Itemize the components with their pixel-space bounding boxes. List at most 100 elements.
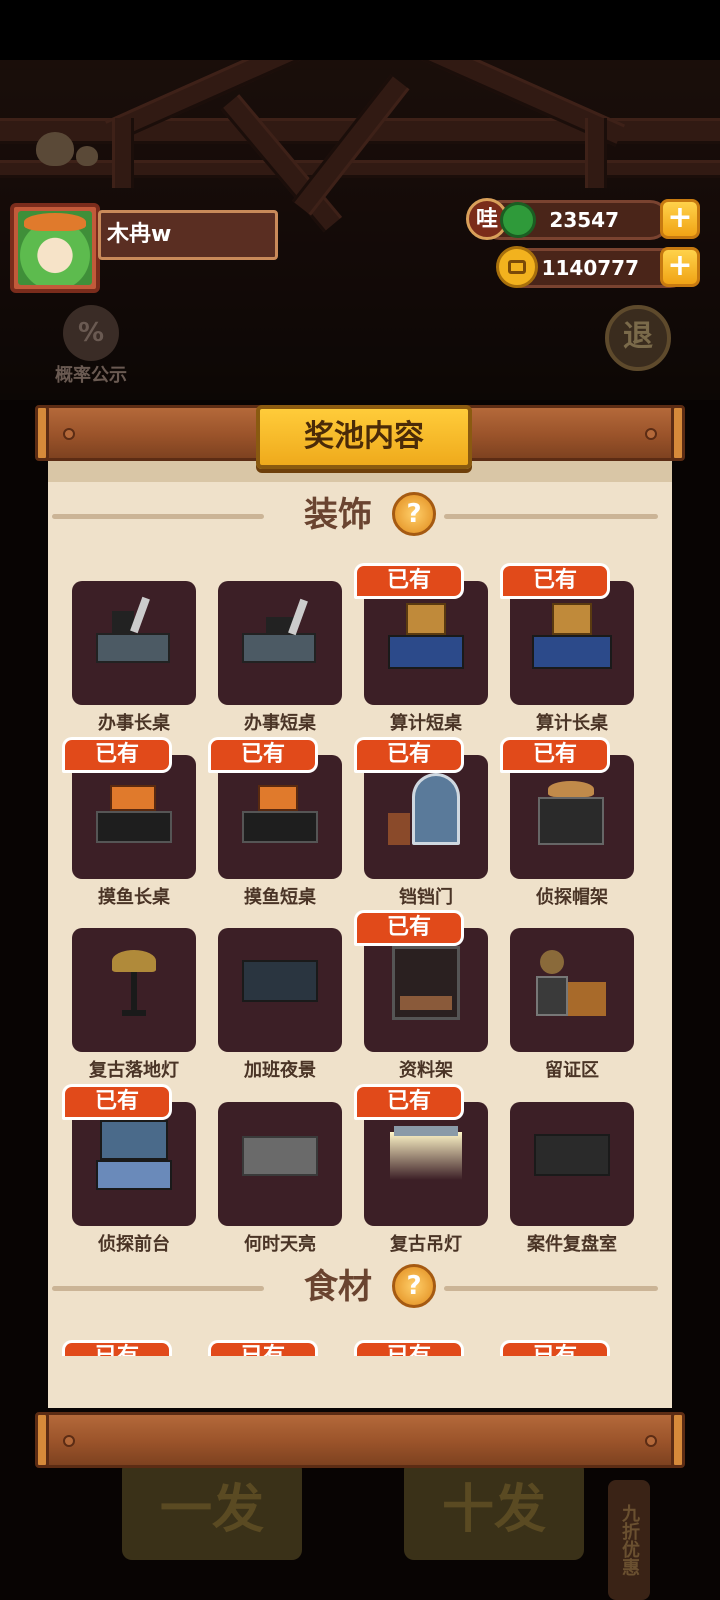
- divider: [444, 514, 658, 519]
- avatar[interactable]: [10, 203, 100, 293]
- item-name: 侦探帽架: [536, 887, 608, 908]
- item-retro-floor-lamp[interactable]: 复古落地灯: [72, 928, 196, 1081]
- help-icon[interactable]: ?: [392, 1264, 436, 1308]
- owned-badge: 已有: [354, 910, 464, 946]
- probability-label: 概率公示: [55, 365, 127, 386]
- section-title: 装饰: [304, 495, 372, 535]
- owned-badge: 已有: [500, 563, 610, 599]
- divider: [52, 514, 264, 519]
- prize-pool-panel: 装饰 ? 办事长桌 办事短桌 已有 算计短桌 已有 算计长桌 已有 摸鱼长桌 已…: [48, 460, 672, 1408]
- back-button[interactable]: 退: [605, 305, 671, 371]
- item-name: 侦探前台: [98, 1234, 170, 1255]
- item-tile: [364, 581, 488, 705]
- item-case-review-room[interactable]: 案件复盘室: [510, 1102, 634, 1255]
- nail-icon: [645, 1435, 657, 1447]
- lamp-pole-icon: [131, 972, 137, 1012]
- nail-icon: [63, 1435, 75, 1447]
- item-when-dawn[interactable]: 何时天亮: [218, 1102, 342, 1255]
- nail-icon: [63, 428, 75, 440]
- gear-icon: %: [63, 305, 119, 361]
- desk-icon: [242, 811, 318, 843]
- item-tile: [510, 1102, 634, 1226]
- jade-coin-icon: [500, 202, 536, 238]
- owned-badge: 已有: [354, 563, 464, 599]
- single-draw-button[interactable]: 一发: [122, 1460, 302, 1560]
- hat-icon: [548, 781, 594, 797]
- rod-cap: [671, 1412, 685, 1468]
- item-tile: [510, 581, 634, 705]
- ten-draw-button[interactable]: 十发: [404, 1460, 584, 1560]
- discount-badge: 九折优惠: [608, 1480, 650, 1600]
- divider: [52, 1286, 264, 1291]
- probability-button[interactable]: % 概率公示: [46, 305, 136, 387]
- books-icon: [110, 785, 156, 811]
- item-tile: [364, 1102, 488, 1226]
- window-icon: [242, 960, 318, 1002]
- owned-badge: 已有: [500, 737, 610, 773]
- item-evidence-area[interactable]: 留证区: [510, 928, 634, 1081]
- item-tile: [218, 1102, 342, 1226]
- item-name: 算计长桌: [536, 713, 608, 734]
- avatar-hat: [24, 213, 86, 231]
- item-office-short-desk[interactable]: 办事短桌: [218, 581, 342, 734]
- item-bell-door[interactable]: 已有 铛铛门: [354, 737, 488, 908]
- item-tile: [218, 755, 342, 879]
- divider: [444, 1286, 658, 1291]
- item-slacker-short-desk[interactable]: 已有 摸鱼短桌: [208, 737, 342, 908]
- rod-cap: [35, 405, 49, 461]
- item-tile: [364, 755, 488, 879]
- item-name: 办事短桌: [244, 713, 316, 734]
- item-file-shelf[interactable]: 已有 资料架: [354, 910, 488, 1081]
- section-header-decoration: 装饰 ?: [48, 490, 672, 540]
- item-office-long-desk[interactable]: 办事长桌: [72, 581, 196, 734]
- add-coins-button[interactable]: +: [660, 247, 700, 287]
- cabinet-icon: [538, 797, 604, 845]
- desk-icon: [96, 811, 172, 843]
- item-detective-hat-rack[interactable]: 已有 侦探帽架: [500, 737, 634, 908]
- crate-icon: [568, 982, 606, 1016]
- item-calc-short-desk[interactable]: 已有 算计短桌: [354, 563, 488, 734]
- help-icon[interactable]: ?: [392, 492, 436, 536]
- item-name: 复古吊灯: [390, 1234, 462, 1255]
- item-name: 加班夜景: [244, 1060, 316, 1081]
- item-overtime-night-view[interactable]: 加班夜景: [218, 928, 342, 1081]
- item-name: 摸鱼短桌: [244, 887, 316, 908]
- chandelier-icon: [394, 1126, 458, 1136]
- rod-cap: [35, 1412, 49, 1468]
- item-name: 铛铛门: [399, 887, 453, 908]
- drawer-icon: [400, 996, 452, 1010]
- item-tile: [72, 928, 196, 1052]
- item-tile: [364, 928, 488, 1052]
- item-name: 算计短桌: [390, 713, 462, 734]
- item-tile: [510, 928, 634, 1052]
- add-gems-button[interactable]: +: [660, 199, 700, 239]
- cash-register-icon: [552, 603, 592, 635]
- desk-icon: [96, 633, 170, 663]
- user-name: 木冉w: [98, 210, 278, 260]
- owned-badge: 已有: [354, 1340, 464, 1356]
- door-icon: [412, 773, 460, 845]
- item-name: 资料架: [399, 1060, 453, 1081]
- item-name: 摸鱼长桌: [98, 887, 170, 908]
- item-tile: [72, 755, 196, 879]
- item-name: 复古落地灯: [89, 1060, 179, 1081]
- owned-badge: 已有: [62, 737, 172, 773]
- item-slacker-long-desk[interactable]: 已有 摸鱼长桌: [62, 737, 196, 908]
- item-retro-chandelier[interactable]: 已有 复古吊灯: [354, 1084, 488, 1255]
- avatar-image: [18, 211, 92, 285]
- item-tile: [218, 928, 342, 1052]
- item-detective-front-desk[interactable]: 已有 侦探前台: [62, 1084, 196, 1255]
- owned-badge: 已有: [62, 1084, 172, 1120]
- shelf-icon: [100, 1120, 168, 1160]
- cabinet-icon: [536, 976, 568, 1016]
- gramophone-icon: [540, 950, 564, 974]
- item-calc-long-desk[interactable]: 已有 算计长桌: [500, 563, 634, 734]
- rod-cap: [671, 405, 685, 461]
- owned-badge: 已有: [354, 1084, 464, 1120]
- item-name: 办事长桌: [98, 713, 170, 734]
- gold-coin-icon: [496, 246, 538, 288]
- lamp-shade-icon: [112, 950, 156, 972]
- owned-badge: 已有: [62, 1340, 172, 1356]
- desk-icon: [242, 633, 316, 663]
- owned-badge: 已有: [208, 737, 318, 773]
